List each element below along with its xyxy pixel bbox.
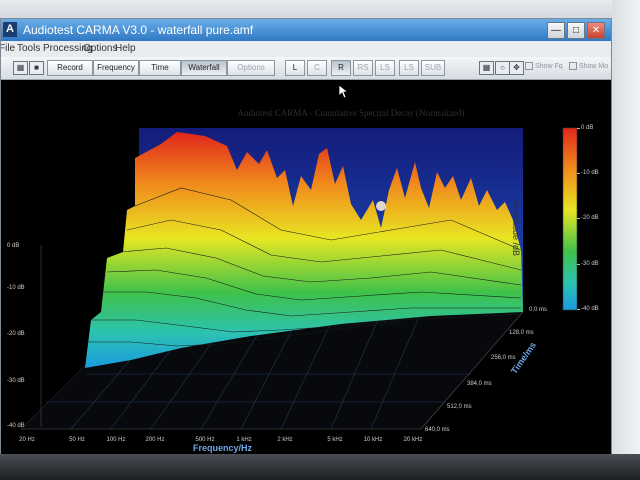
app-logo-icon: A xyxy=(3,22,17,37)
x-tick-2khz: 2 kHz xyxy=(277,437,293,443)
screen-glare xyxy=(376,201,386,211)
time-tick-512ms: 512,0 ms xyxy=(447,404,472,410)
amplitude-axis-label: Amplitude /dB xyxy=(511,200,521,257)
channel-l-button[interactable]: L xyxy=(285,60,305,76)
save-icon[interactable]: ■ xyxy=(29,61,44,75)
colorbar-label-20: -20 dB xyxy=(581,215,599,221)
channel-ls2-button[interactable]: LS xyxy=(399,60,419,76)
plot-title: Audiotest CARMA - Cumulative Spectral De… xyxy=(237,108,465,118)
time-tick-0ms: 0,0 ms xyxy=(529,307,548,313)
time-tick-128ms: 128,0 ms xyxy=(509,330,534,336)
waterfall-plot[interactable]: Audiotest CARMA - Cumulative Spectral De… xyxy=(1,80,611,459)
y-tick-40db: -40 dB xyxy=(7,423,25,429)
menu-file[interactable]: File xyxy=(1,43,15,54)
y-tick-30db: -30 dB xyxy=(7,378,25,384)
move-icon[interactable]: ✥ xyxy=(509,61,524,75)
open-folder-icon[interactable]: ▦ xyxy=(13,61,28,75)
zoom-icon[interactable]: ○ xyxy=(495,61,510,75)
channel-rs-button[interactable]: RS xyxy=(353,60,373,76)
x-tick-20hz: 20 Hz xyxy=(19,437,35,443)
x-tick-20khz: 20 kHz xyxy=(403,437,423,443)
show-fq-label: Show Fq xyxy=(535,62,563,70)
time-tick-384ms: 384,0 ms xyxy=(467,381,492,387)
app-window: A Audiotest CARMA V3.0 - waterfall pure.… xyxy=(0,18,612,460)
x-tick-200hz: 200 Hz xyxy=(145,437,165,443)
colorbar-label-0: 0 dB xyxy=(581,125,594,131)
tab-time[interactable]: Time xyxy=(139,60,181,76)
menu-options[interactable]: Options xyxy=(83,43,117,54)
tab-frequency[interactable]: Frequency xyxy=(93,60,139,76)
show-mo-label: Show Mo xyxy=(579,62,609,70)
colorbar-label-40: -40 dB xyxy=(581,306,599,312)
tab-record[interactable]: Record xyxy=(47,60,93,76)
channel-ls-button[interactable]: LS xyxy=(375,60,395,76)
show-fq-checkbox[interactable]: Show Fq xyxy=(525,62,563,70)
channel-c-button[interactable]: C xyxy=(307,60,327,76)
channel-sub-button[interactable]: SUB xyxy=(421,60,445,76)
grid-view-icon[interactable]: ▦ xyxy=(479,61,494,75)
colorbar-label-30: -30 dB xyxy=(581,261,599,267)
menu-tools[interactable]: Tools xyxy=(17,43,40,54)
y-tick-20db: -20 dB xyxy=(7,331,25,337)
show-mo-checkbox[interactable]: Show Mo xyxy=(569,62,608,70)
time-tick-640ms: 640,0 ms xyxy=(425,427,450,433)
amplitude-colorbar xyxy=(562,127,578,311)
channel-r-button[interactable]: R xyxy=(331,60,351,76)
tab-waterfall[interactable]: Waterfall xyxy=(181,60,227,76)
colorbar-label-10: -10 dB xyxy=(581,170,599,176)
menu-bar: File Tools Processing Options Help xyxy=(1,41,611,57)
maximize-icon[interactable]: □ xyxy=(567,22,585,39)
x-tick-5khz: 5 kHz xyxy=(327,437,343,443)
y-tick-10db: -10 dB xyxy=(7,285,25,291)
time-tick-256ms: 256,0 ms xyxy=(491,355,516,361)
x-tick-10khz: 10 kHz xyxy=(363,437,383,443)
minimize-icon[interactable]: — xyxy=(547,22,565,39)
x-axis-title: Frequency/Hz xyxy=(193,443,253,453)
title-bar[interactable]: A Audiotest CARMA V3.0 - waterfall pure.… xyxy=(1,19,611,41)
colorbar-ticks xyxy=(577,128,580,310)
x-tick-50hz: 50 Hz xyxy=(69,437,85,443)
tab-options[interactable]: Options xyxy=(227,60,275,76)
toolbar: ▦ ■ Record Frequency Time Waterfall Opti… xyxy=(1,57,611,80)
monitor-bezel-right xyxy=(612,0,640,480)
x-tick-100hz: 100 Hz xyxy=(106,437,126,443)
menu-help[interactable]: Help xyxy=(115,43,136,54)
mouse-pointer-icon xyxy=(339,85,349,99)
window-title: Audiotest CARMA V3.0 - waterfall pure.am… xyxy=(23,23,254,37)
close-icon[interactable]: ✕ xyxy=(587,22,605,39)
y-tick-0db: 0 dB xyxy=(7,243,20,249)
monitor-bezel-bottom xyxy=(0,454,640,480)
